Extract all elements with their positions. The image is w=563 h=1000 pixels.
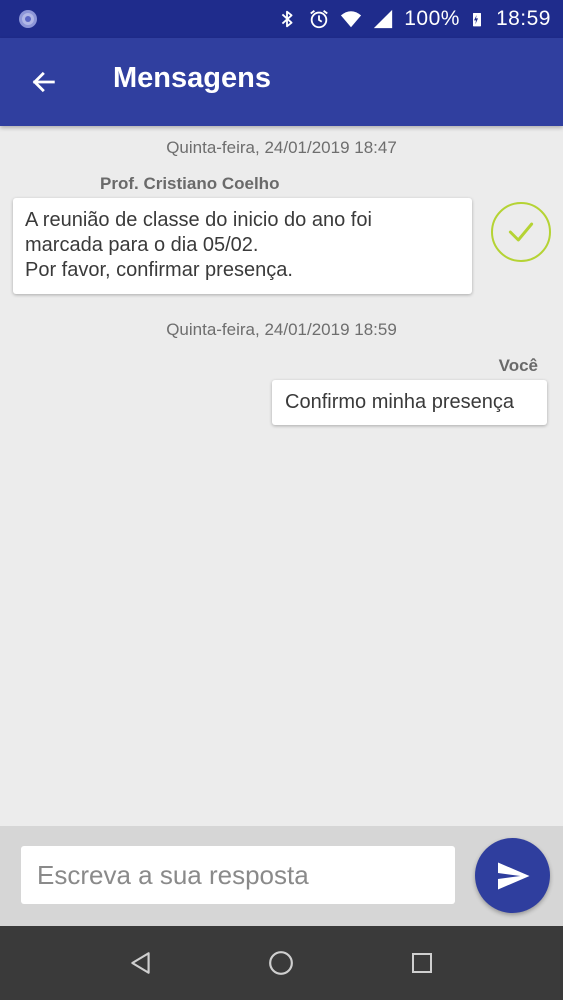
sender-name: Você bbox=[498, 356, 538, 375]
status-bar: 100% 18:59 bbox=[0, 0, 563, 38]
reply-input[interactable] bbox=[21, 846, 455, 904]
composer bbox=[0, 826, 563, 926]
nav-back-button[interactable] bbox=[121, 943, 161, 983]
page-title: Mensagens bbox=[113, 62, 271, 94]
date-separator: Quinta-feira, 24/01/2019 18:59 bbox=[166, 320, 397, 339]
back-button[interactable] bbox=[22, 60, 66, 104]
send-icon bbox=[497, 862, 529, 889]
sender-name: Prof. Cristiano Coelho bbox=[100, 174, 280, 193]
alarm-icon bbox=[310, 10, 329, 29]
battery-percent: 100% bbox=[404, 7, 460, 30]
battery-charging-icon bbox=[472, 13, 481, 27]
wifi-icon bbox=[341, 11, 362, 28]
confirm-button[interactable] bbox=[491, 202, 551, 262]
message-list[interactable]: Quinta-feira, 24/01/2019 18:47 Prof. Cri… bbox=[0, 126, 563, 826]
check-icon bbox=[508, 222, 534, 242]
send-button[interactable] bbox=[475, 838, 550, 913]
app-notification-icon bbox=[19, 10, 37, 28]
message-bubble-sent: Confirmo minha presença bbox=[272, 380, 547, 425]
system-nav-bar bbox=[0, 926, 563, 1000]
nav-recents-icon bbox=[412, 953, 432, 973]
message-line: marcada para o dia 05/02. bbox=[25, 234, 259, 256]
message-line: A reunião de classe do inicio do ano foi bbox=[25, 209, 372, 231]
date-separator: Quinta-feira, 24/01/2019 18:47 bbox=[166, 138, 397, 157]
nav-recents-button[interactable] bbox=[402, 943, 442, 983]
cell-signal-icon bbox=[374, 9, 393, 29]
message-line: Por favor, confirmar presença. bbox=[25, 259, 293, 281]
arrow-back-icon bbox=[32, 71, 55, 93]
app-bar: Mensagens bbox=[0, 38, 563, 126]
bluetooth-icon bbox=[282, 10, 293, 28]
messages-screen: 100% 18:59 Mensagens Quinta-feira, 24/01… bbox=[0, 0, 563, 1000]
nav-home-button[interactable] bbox=[261, 943, 301, 983]
message-line: Confirmo minha presença bbox=[285, 391, 514, 413]
clock: 18:59 bbox=[495, 7, 551, 30]
message-bubble-received: A reunião de classe do inicio do ano foi… bbox=[13, 198, 472, 294]
nav-home-icon bbox=[269, 951, 293, 975]
status-icons: 100% 18:59 bbox=[276, 0, 551, 38]
nav-back-icon bbox=[131, 952, 150, 974]
